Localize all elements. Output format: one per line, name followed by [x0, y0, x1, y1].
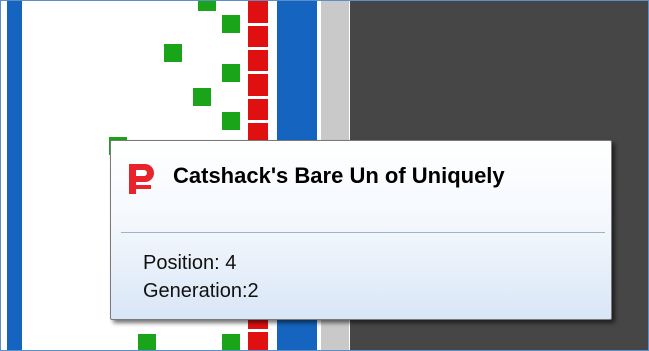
- grid-cell[interactable]: [164, 44, 182, 62]
- grid-cell[interactable]: [198, 1, 216, 11]
- generation-label: Generation:2: [143, 280, 259, 302]
- left-blue-bar: [7, 1, 22, 350]
- grid-cell[interactable]: [222, 112, 240, 130]
- divider: [248, 329, 268, 332]
- grid-cell[interactable]: [222, 334, 240, 350]
- divider: [248, 71, 268, 74]
- position-label: Position: 4: [143, 252, 237, 274]
- divider: [248, 23, 268, 26]
- app-window: Catshack's Bare Un of Uniquely Position:…: [0, 0, 649, 351]
- tooltip-separator: [121, 232, 605, 233]
- brand-logo-icon: [129, 164, 154, 194]
- grid-cell[interactable]: [193, 88, 211, 106]
- grid-cell[interactable]: [138, 334, 156, 350]
- divider: [248, 47, 268, 50]
- grid-cell[interactable]: [222, 15, 240, 33]
- divider: [248, 96, 268, 99]
- tooltip-title: Catshack's Bare Un of Uniquely: [173, 163, 505, 188]
- divider: [248, 120, 268, 123]
- info-tooltip: Catshack's Bare Un of Uniquely Position:…: [110, 140, 612, 320]
- grid-cell[interactable]: [222, 64, 240, 82]
